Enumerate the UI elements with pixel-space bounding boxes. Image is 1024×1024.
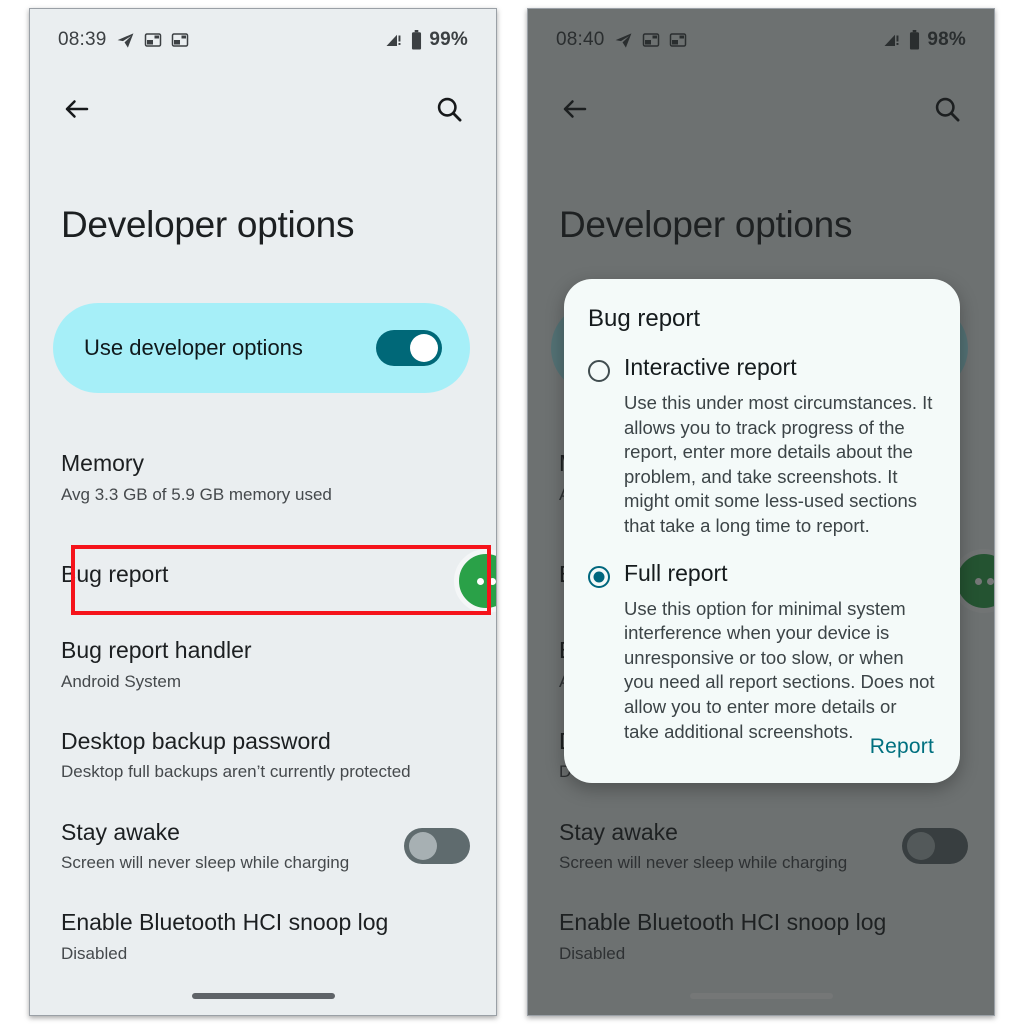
list-item-bug-report[interactable]: Bug report xyxy=(30,540,496,610)
status-bar-right-group: 99% xyxy=(384,29,468,51)
stay-awake-switch-wrap xyxy=(404,827,470,864)
bug-report-dialog: Bug report Interactive report Use this u… xyxy=(564,279,960,783)
left-screen-content: 08:39 99% Developer options Use develope… xyxy=(30,9,496,1015)
list-item-title: Bug report xyxy=(61,561,169,588)
status-bar-left-group: 08:39 xyxy=(58,29,189,51)
dialog-option-label: Full report xyxy=(624,559,728,586)
dialog-option-description: Use this under most circumstances. It al… xyxy=(624,392,933,536)
list-item-subtitle: Avg 3.3 GB of 5.9 GB memory used xyxy=(61,484,332,504)
list-item-memory[interactable]: Memory Avg 3.3 GB of 5.9 GB memory used xyxy=(30,449,496,506)
gesture-pill xyxy=(191,993,335,999)
list-item-subtitle: Desktop full backups aren’t currently pr… xyxy=(61,762,411,782)
dialog-option-label: Interactive report xyxy=(624,354,797,380)
dialog-option-interactive-report[interactable]: Interactive report Use this under most c… xyxy=(588,354,936,539)
dialog-actions: Report xyxy=(870,735,934,759)
radio-button-unselected-icon[interactable] xyxy=(588,360,610,382)
use-developer-options-switch[interactable] xyxy=(376,330,442,366)
list-item-title: Desktop backup password xyxy=(61,727,331,754)
list-item-subtitle: Screen will never sleep while charging xyxy=(61,853,350,873)
gesture-nav-bar[interactable] xyxy=(30,993,496,999)
dialog-title: Bug report xyxy=(588,305,701,332)
phone-screen-left: 08:39 99% Developer options Use develope… xyxy=(29,8,497,1016)
back-arrow-icon[interactable] xyxy=(56,88,98,130)
status-bar-left: 08:39 99% xyxy=(30,9,496,71)
use-developer-options-label: Use developer options xyxy=(84,335,303,360)
battery-percent: 99% xyxy=(429,29,468,50)
list-item-desktop-backup-password[interactable]: Desktop backup password Desktop full bac… xyxy=(30,727,496,784)
app-bar-left xyxy=(30,71,496,147)
list-item-stay-awake[interactable]: Stay awake Screen will never sleep while… xyxy=(30,818,496,875)
list-item-bug-report-handler[interactable]: Bug report handler Android System xyxy=(30,636,496,693)
battery-icon xyxy=(410,30,423,50)
report-button[interactable]: Report xyxy=(870,735,934,758)
comparison-screenshot: 08:39 99% Developer options Use develope… xyxy=(0,0,1024,1024)
use-developer-options-switch-wrap xyxy=(376,330,442,366)
app-card-icon xyxy=(171,31,189,49)
dialog-option-full-report[interactable]: Full report Use this option for minimal … xyxy=(588,559,936,745)
use-developer-options-card[interactable]: Use developer options xyxy=(53,303,470,393)
list-item-title: Enable Bluetooth HCI snoop log xyxy=(61,909,389,936)
status-time: 08:39 xyxy=(58,29,107,50)
list-item-subtitle: Disabled xyxy=(61,944,128,964)
dialog-option-description: Use this option for minimal system inter… xyxy=(624,597,935,742)
list-item-subtitle: Android System xyxy=(61,671,181,691)
telegram-send-icon xyxy=(116,31,135,50)
badge-dot xyxy=(476,577,484,585)
switch-knob xyxy=(409,831,437,860)
list-item-title: Stay awake xyxy=(61,818,180,845)
stay-awake-switch[interactable] xyxy=(404,827,470,864)
radio-button-selected-icon[interactable] xyxy=(588,565,610,588)
signal-warning-icon xyxy=(384,31,404,49)
switch-knob xyxy=(410,334,438,362)
badge-dot xyxy=(488,577,496,585)
page-title: Developer options xyxy=(61,204,355,245)
search-icon[interactable] xyxy=(428,88,470,130)
list-item-title: Memory xyxy=(61,450,145,476)
list-item-title: Bug report handler xyxy=(61,636,252,663)
list-item-enable-bluetooth-hci-snoop-log[interactable]: Enable Bluetooth HCI snoop log Disabled xyxy=(30,908,496,965)
dialog-option-row[interactable]: Full report xyxy=(588,559,936,588)
app-card-icon xyxy=(144,31,162,49)
list-item-texts: Stay awake Screen will never sleep while… xyxy=(61,818,392,875)
settings-list-left: Memory Avg 3.3 GB of 5.9 GB memory used … xyxy=(30,449,496,965)
phone-screen-right: 08:40 xyxy=(527,8,995,1016)
dialog-option-row[interactable]: Interactive report xyxy=(588,354,936,382)
